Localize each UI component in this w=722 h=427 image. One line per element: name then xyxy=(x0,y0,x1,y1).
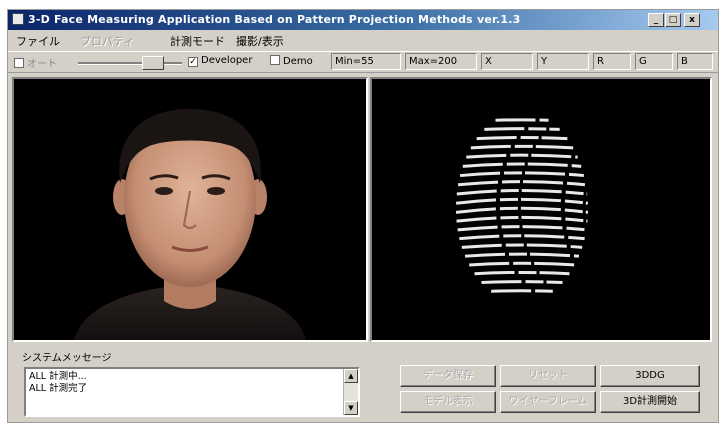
close-button[interactable]: x xyxy=(684,13,700,27)
save-data-button[interactable]: データ保存 xyxy=(400,365,496,387)
developer-label: Developer xyxy=(201,55,253,66)
maximize-button[interactable]: □ xyxy=(665,13,681,27)
start-3d-measure-button[interactable]: 3D計測開始 xyxy=(600,391,700,413)
auto-checkbox[interactable]: オート xyxy=(14,55,57,70)
system-message-box[interactable]: ALL 計測中... ALL 計測完了 ▲ ▼ xyxy=(24,367,360,417)
wireframe-button[interactable]: ワイヤーフレーム xyxy=(500,391,596,413)
system-message-label: システムメッセージ xyxy=(22,353,112,364)
title-bar[interactable]: 3-D Face Measuring Application Based on … xyxy=(8,10,718,30)
threshold-slider[interactable] xyxy=(78,56,182,70)
minimize-button[interactable]: _ xyxy=(648,13,664,27)
slider-track xyxy=(78,62,182,65)
stripe-line xyxy=(474,270,570,276)
slider-thumb[interactable] xyxy=(142,56,164,70)
x-field: X xyxy=(481,53,533,70)
developer-checkbox-box: ✓ xyxy=(188,57,198,67)
app-icon xyxy=(12,13,24,25)
auto-label: オート xyxy=(27,59,57,70)
message-scrollbar[interactable]: ▲ ▼ xyxy=(343,369,358,415)
scroll-up-button[interactable]: ▲ xyxy=(344,369,358,383)
stripe-line xyxy=(476,136,568,141)
reset-button[interactable]: リセット xyxy=(500,365,596,387)
developer-checkbox[interactable]: ✓ Developer xyxy=(188,55,252,67)
stripe-line xyxy=(469,261,575,267)
r-field: R xyxy=(593,53,631,70)
message-line-1: ALL 計測中... xyxy=(29,371,87,382)
demo-label: Demo xyxy=(283,56,313,67)
menu-measure-mode[interactable]: 計測モード xyxy=(170,33,225,49)
max-field: Max=200 xyxy=(405,53,477,70)
3ddg-button[interactable]: 3DDG xyxy=(600,365,700,387)
menu-properties[interactable]: プロパティ xyxy=(80,33,134,49)
auto-checkbox-box xyxy=(14,58,24,68)
stripe-pattern xyxy=(372,79,710,340)
face-photo xyxy=(14,79,366,340)
camera-view xyxy=(12,77,368,342)
demo-checkbox[interactable]: Demo xyxy=(270,55,313,67)
projection-view xyxy=(370,77,712,342)
y-field: Y xyxy=(537,53,589,70)
scroll-down-button[interactable]: ▼ xyxy=(344,401,358,415)
app-window: 3-D Face Measuring Application Based on … xyxy=(7,9,719,423)
min-field: Min=55 xyxy=(331,53,401,70)
toolbar: オート ✓ Developer Demo Min=55 Max=200 X Y R… xyxy=(8,51,718,73)
menu-capture-display[interactable]: 撮影/表示 xyxy=(236,33,284,49)
stripe-line xyxy=(470,144,574,150)
menu-bar: ファイル プロパティ 計測モード 撮影/表示 xyxy=(8,31,718,49)
window-title: 3-D Face Measuring Application Based on … xyxy=(28,13,521,26)
demo-checkbox-box xyxy=(270,55,280,65)
g-field: G xyxy=(635,53,673,70)
b-field: B xyxy=(677,53,713,70)
message-line-2: ALL 計測完了 xyxy=(29,383,88,394)
model-display-button[interactable]: モデル表示 xyxy=(400,391,496,413)
menu-file[interactable]: ファイル xyxy=(16,33,60,49)
